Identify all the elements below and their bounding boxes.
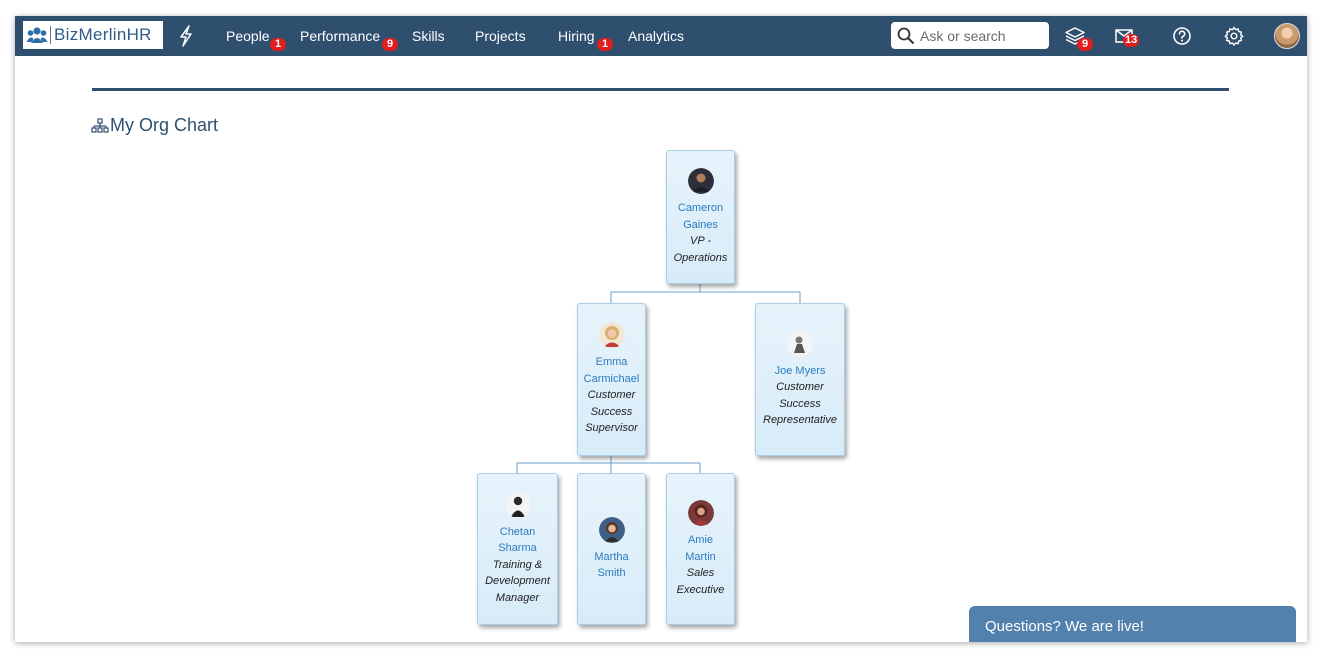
chat-widget-label: Questions? We are live! xyxy=(985,618,1144,635)
employee-role: Sales xyxy=(686,567,715,579)
employee-role: Success xyxy=(779,397,821,410)
org-node-amie-martin[interactable]: Amie Martin Sales Executive xyxy=(666,473,735,625)
org-chart-connectors xyxy=(516,282,801,473)
employee-role: Operations xyxy=(673,251,728,264)
employee-role: Manager xyxy=(495,591,540,604)
employee-name: Sharma xyxy=(498,542,537,555)
employee-photo xyxy=(787,330,813,357)
employee-photo xyxy=(504,491,531,518)
employee-name: Amie xyxy=(687,534,714,546)
org-node-emma-carmichael[interactable]: Emma Carmichael Customer Success Supervi… xyxy=(577,303,646,456)
employee-name: Cameron xyxy=(677,202,724,214)
org-node-cameron-gaines[interactable]: Cameron Gaines VP - Operations xyxy=(666,150,735,284)
employee-role: Supervisor xyxy=(585,422,638,435)
org-node-joe-myers[interactable]: Joe Myers Customer Success Representativ… xyxy=(755,303,845,456)
employee-role: Customer xyxy=(587,389,636,402)
employee-photo xyxy=(598,322,625,349)
employee-photo xyxy=(598,516,625,543)
live-chat-widget[interactable]: Questions? We are live! xyxy=(969,606,1296,642)
employee-name: Chetan xyxy=(499,525,536,538)
employee-role: Success xyxy=(590,405,633,418)
employee-role: Training & xyxy=(492,558,543,571)
employee-name: Martin xyxy=(685,550,716,563)
employee-name: Emma xyxy=(595,356,628,369)
employee-name: Gaines xyxy=(683,218,718,231)
employee-role: Development xyxy=(485,575,550,588)
org-node-martha-smith[interactable]: Martha Smith xyxy=(577,473,646,625)
employee-role: VP - xyxy=(690,235,711,247)
employee-role: Representative xyxy=(763,414,837,426)
org-node-chetan-sharma[interactable]: Chetan Sharma Training & Development Man… xyxy=(477,473,558,625)
employee-photo xyxy=(687,168,714,194)
employee-name: Smith xyxy=(597,567,626,579)
employee-name: Martha xyxy=(594,550,629,563)
employee-name: Joe Myers xyxy=(774,364,826,377)
employee-photo xyxy=(687,500,714,526)
app-window: BizMerlinHR People 1 Performance 9 Skill… xyxy=(15,16,1307,642)
employee-role: Customer xyxy=(776,381,824,393)
employee-role: Executive xyxy=(676,583,725,596)
employee-name: Carmichael xyxy=(583,372,640,385)
